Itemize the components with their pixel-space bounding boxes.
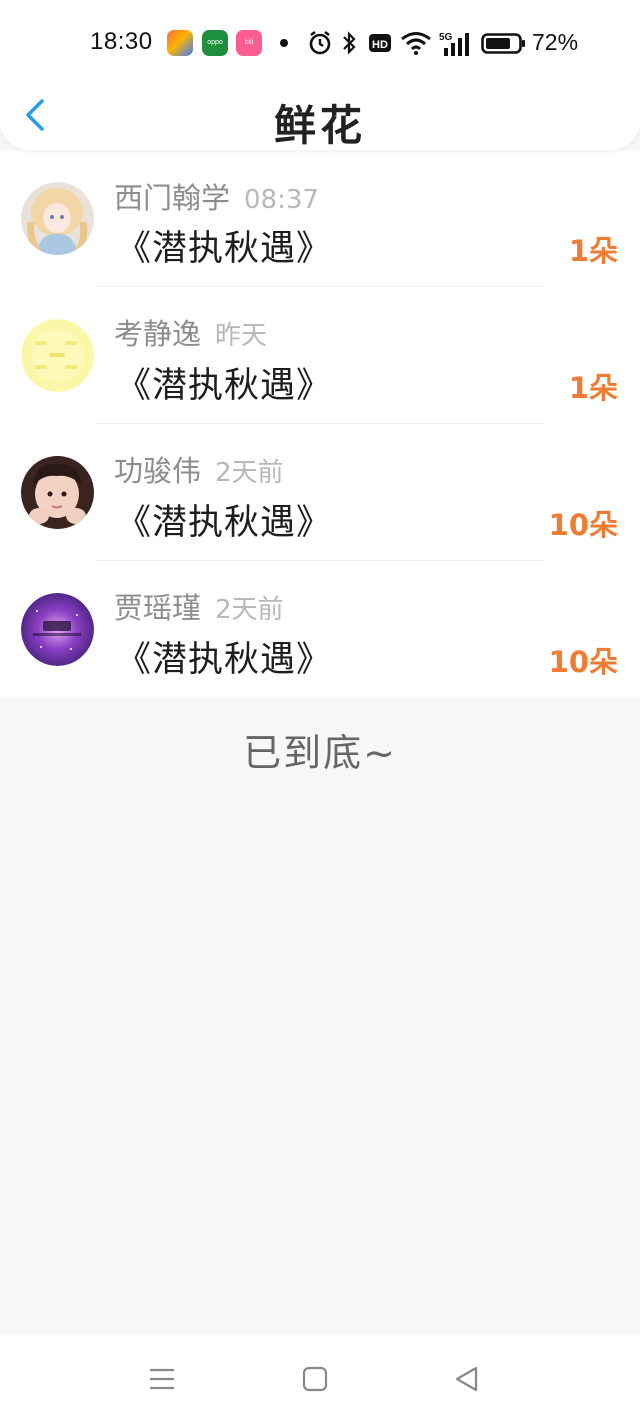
- galaxy-avatar: [21, 593, 94, 666]
- sender-name: 贾瑶瑾 2天前: [114, 585, 284, 627]
- end-of-list-text: 已到底~: [243, 731, 397, 775]
- list-item[interactable]: 贾瑶瑾 2天前 《潜执秋遇》 10朵: [0, 561, 640, 698]
- top-bar: 18:30 oppo bili HD 5G 72% 鲜花: [0, 0, 640, 150]
- battery-icon: [481, 33, 525, 54]
- sender-name-text: 功骏伟: [114, 454, 202, 488]
- flower-count: 10朵: [548, 645, 618, 679]
- flower-count: 1朵: [568, 371, 618, 405]
- book-title[interactable]: 《潜执秋遇》: [116, 357, 332, 408]
- gift-time: 08:37: [244, 185, 319, 215]
- yellow-text-avatar: [21, 319, 94, 392]
- book-title[interactable]: 《潜执秋遇》: [116, 494, 332, 545]
- avatar[interactable]: [21, 182, 94, 255]
- avatar[interactable]: [21, 593, 94, 666]
- back-triangle-icon[interactable]: [452, 1364, 482, 1394]
- tool-app-icon: [167, 30, 193, 56]
- list-item[interactable]: 西门翰学 08:37 《潜执秋遇》 1朵: [0, 150, 640, 287]
- sender-name-text: 考静逸: [114, 317, 202, 351]
- sender-name-text: 贾瑶瑾: [114, 591, 202, 625]
- status-time: 18:30: [90, 28, 153, 55]
- flower-count: 10朵: [548, 508, 618, 542]
- flower-count: 1朵: [568, 234, 618, 268]
- avatar[interactable]: [21, 319, 94, 392]
- sender-name: 西门翰学 08:37: [114, 175, 319, 217]
- avatar[interactable]: [21, 456, 94, 529]
- gift-time: 2天前: [215, 595, 284, 625]
- gift-list: 西门翰学 08:37 《潜执秋遇》 1朵 考静逸 昨天 《潜执秋遇》 1朵 功骏…: [0, 150, 640, 698]
- bilibili-icon: bili: [236, 30, 262, 56]
- anime-girl-avatar: [21, 182, 94, 255]
- child-photo-avatar: [21, 456, 94, 529]
- hd-icon: HD: [369, 34, 391, 52]
- gift-time: 2天前: [215, 458, 284, 488]
- wifi-icon: [401, 32, 431, 55]
- page-title: 鲜花: [273, 101, 366, 150]
- home-icon[interactable]: [300, 1364, 330, 1394]
- svg-text:5G: 5G: [439, 32, 453, 43]
- system-nav-bar: [0, 1334, 640, 1422]
- alarm-icon: [309, 31, 331, 55]
- menu-icon[interactable]: [147, 1364, 177, 1394]
- list-item[interactable]: 考静逸 昨天 《潜执秋遇》 1朵: [0, 287, 640, 424]
- sender-name: 考静逸 昨天: [114, 311, 267, 353]
- oppo-store-icon: oppo: [202, 30, 228, 56]
- list-item[interactable]: 功骏伟 2天前 《潜执秋遇》 10朵: [0, 424, 640, 561]
- notification-dot-icon: [280, 39, 288, 47]
- signal-5g-icon: 5G: [439, 32, 469, 56]
- book-title[interactable]: 《潜执秋遇》: [116, 220, 332, 271]
- sender-name: 功骏伟 2天前: [114, 448, 284, 490]
- bluetooth-icon: [343, 31, 356, 55]
- book-title[interactable]: 《潜执秋遇》: [116, 631, 332, 682]
- svg-text:HD: HD: [372, 39, 388, 51]
- gift-time: 昨天: [215, 321, 268, 351]
- status-bar: 18:30 oppo bili HD 5G 72%: [0, 22, 640, 66]
- battery-percent: 72%: [532, 29, 579, 55]
- sender-name-text: 西门翰学: [114, 181, 231, 215]
